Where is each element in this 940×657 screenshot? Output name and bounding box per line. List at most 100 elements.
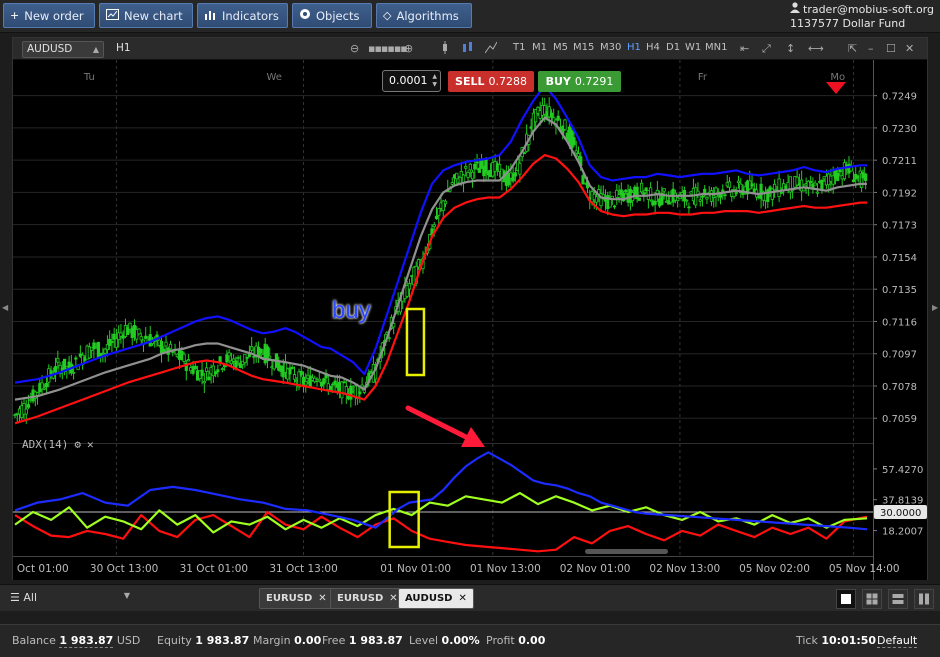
candle-body — [137, 328, 141, 335]
candle-body — [705, 196, 709, 200]
zoom-in-icon[interactable]: ⊕ — [404, 41, 413, 56]
candle-body — [252, 355, 256, 358]
indicators-button[interactable]: Indicators — [197, 3, 288, 28]
left-arrow-icon[interactable]: ◀ — [2, 303, 8, 312]
algorithms-button[interactable]: ◇ Algorithms — [376, 3, 472, 28]
minimize-icon[interactable]: – — [868, 41, 874, 56]
tab-label: EURUSD — [337, 593, 384, 604]
price-chart[interactable]: 0.7249 0.7230 0.7211 0.7192 0.7173 0.7154 0.71… — [13, 60, 927, 580]
horizontal-scrollbar[interactable] — [585, 549, 668, 554]
candle-body — [56, 357, 60, 363]
candle-body — [200, 369, 204, 376]
user-icon — [790, 2, 800, 17]
x-tick-label: 31 Oct 13:00 — [269, 563, 337, 575]
timeframe-mn1[interactable]: MN1 — [705, 42, 727, 53]
candle-body — [437, 208, 441, 216]
timeframe-m15[interactable]: M15 — [573, 42, 594, 53]
new-chart-button[interactable]: New chart — [99, 3, 193, 28]
profile-select[interactable]: Default — [877, 634, 918, 648]
vertical-scale-icon[interactable]: ↕ — [786, 41, 795, 56]
zoom-slider[interactable]: ▪▪▪▪▪▪ — [368, 41, 408, 56]
symbol-value: AUDUSD — [27, 43, 73, 55]
objects-label: Objects — [316, 8, 360, 23]
candle-body — [723, 194, 727, 197]
tab-audusd[interactable]: AUDUSD ✕ — [398, 588, 474, 609]
candle-body — [563, 119, 567, 130]
close-icon[interactable]: ✕ — [318, 589, 326, 608]
close-icon[interactable]: ✕ — [87, 438, 94, 451]
candle-body — [110, 341, 114, 343]
candle-body — [236, 357, 240, 359]
top-toolbar: + New order New chart Indicators Objects… — [0, 0, 940, 33]
candle-body — [114, 338, 119, 348]
new-order-button[interactable]: + New order — [3, 3, 95, 28]
candle-body — [640, 182, 644, 193]
menu-icon: ☰ — [10, 591, 20, 604]
timeframe-w1[interactable]: W1 — [685, 42, 701, 53]
account-info[interactable]: trader@mobius-soft.org 1137577 Dollar Fu… — [790, 2, 934, 31]
layout-single-icon[interactable] — [836, 589, 856, 609]
candle-body — [42, 387, 46, 390]
candles-icon[interactable] — [440, 41, 450, 58]
timeframe-d1[interactable]: D1 — [666, 42, 680, 53]
balance-value[interactable]: 1 983.87 — [59, 634, 114, 648]
close-icon[interactable]: ✕ — [458, 589, 466, 608]
right-arrow-icon[interactable]: ▶ — [932, 303, 938, 312]
gear-icon[interactable]: ⚙ — [74, 438, 81, 451]
layout-rows-icon[interactable] — [888, 589, 908, 609]
timeframe-h4[interactable]: H4 — [646, 42, 660, 53]
chevron-down-icon: ▼ — [123, 591, 130, 600]
candle-body — [766, 189, 770, 203]
margin-label: Margin — [253, 634, 291, 647]
profile-value: Default — [877, 634, 918, 648]
symbol-select[interactable]: AUDUSD ▲▼ — [22, 41, 104, 69]
timeframe-m30[interactable]: M30 — [600, 42, 621, 53]
candle-body — [624, 189, 628, 193]
day-label: Tu — [83, 72, 95, 83]
timeframe-t1[interactable]: T1 — [513, 42, 525, 53]
objects-button[interactable]: Objects — [292, 3, 372, 28]
horizontal-scale-icon[interactable]: ⟷ — [808, 41, 824, 56]
tab-eurusd-1[interactable]: EURUSD ✕ — [259, 588, 334, 609]
y-tick-label: 0.7135 — [882, 285, 917, 296]
new-order-label: New order — [24, 8, 84, 23]
close-icon[interactable]: ✕ — [389, 589, 397, 608]
candle-body — [211, 365, 215, 377]
fit-icon[interactable]: ⤢ — [762, 41, 771, 56]
candle-body — [477, 167, 481, 173]
candle-body — [653, 200, 657, 205]
candle-body — [450, 182, 454, 185]
timeframe-m1[interactable]: M1 — [532, 42, 547, 53]
balance-status: Balance 1 983.87 USD — [12, 634, 140, 648]
bars-icon[interactable] — [462, 41, 474, 58]
chart-panel: AUDUSD ▲▼ H1 ⊖ ▪▪▪▪▪▪ ⊕ T1 M1 M5 M15 M30… — [12, 37, 928, 580]
zoom-out-icon[interactable]: ⊖ — [350, 41, 359, 56]
candle-body — [250, 346, 254, 351]
maximize-icon[interactable]: ☐ — [886, 41, 896, 56]
candle-body — [473, 163, 477, 170]
candle-body — [144, 335, 148, 339]
timeframe-h1[interactable]: H1 — [627, 42, 641, 53]
layout-columns-icon[interactable] — [914, 589, 934, 609]
x-tick-label: 02 Nov 01:00 — [560, 563, 631, 575]
candle-body — [770, 188, 774, 200]
candle-body — [727, 181, 732, 188]
buy-button[interactable]: BUY 0.7291 — [538, 71, 621, 92]
tab-eurusd-2[interactable]: EURUSD ✕ — [330, 588, 405, 609]
timeframe-m5[interactable]: M5 — [553, 42, 568, 53]
tab-filter-select[interactable]: ☰ All ▼ — [10, 591, 130, 604]
close-icon[interactable]: ✕ — [905, 41, 914, 56]
line-chart-icon[interactable] — [484, 41, 498, 58]
sell-button[interactable]: SELL 0.7288 — [448, 71, 534, 92]
layout-grid-icon[interactable] — [862, 589, 882, 609]
lot-size-input[interactable]: 0.0001 ▲ ▼ — [382, 70, 441, 92]
candle-body — [186, 359, 191, 362]
y-tick-label: 0.7154 — [882, 253, 917, 264]
hide-panel-icon[interactable]: ⇤ — [740, 41, 749, 56]
day-label: Fr — [698, 72, 708, 83]
detach-icon[interactable]: ⇱ — [848, 41, 857, 56]
candle-body — [455, 172, 459, 180]
candle-body — [475, 161, 479, 164]
candle-body — [299, 370, 303, 376]
candle-body — [864, 173, 868, 181]
